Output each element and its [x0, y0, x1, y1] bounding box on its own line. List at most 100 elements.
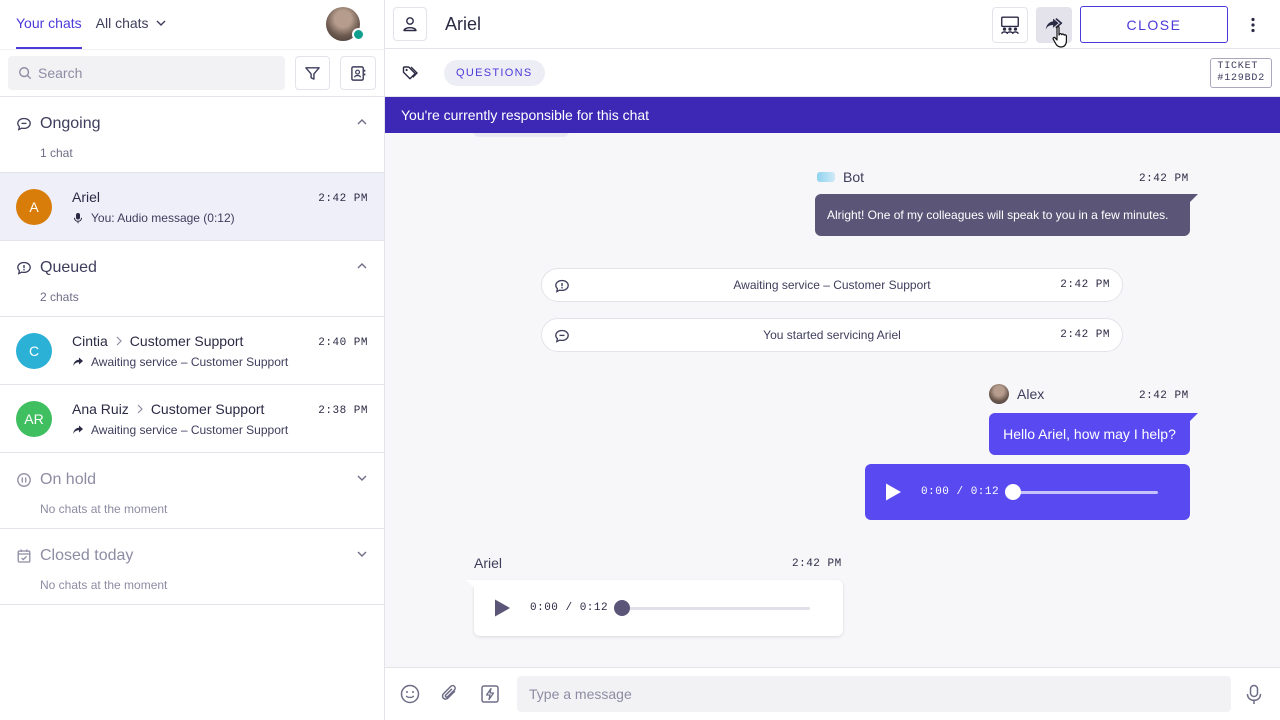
avatar: A — [16, 188, 52, 225]
sender-name: Alex — [1017, 386, 1045, 402]
chat-preview: Awaiting service – Customer Support — [91, 354, 289, 369]
chat-name: Cintia — [72, 332, 108, 349]
contact-card-icon — [350, 65, 366, 81]
audio-scrubber[interactable] — [614, 599, 631, 616]
filter-icon — [305, 66, 320, 80]
play-icon[interactable] — [883, 482, 903, 502]
calendar-check-icon — [17, 549, 31, 563]
chat-team: Customer Support — [129, 332, 244, 349]
paperclip-icon[interactable] — [439, 683, 461, 705]
ticket-badge[interactable]: TICKET #129BD2 — [1210, 58, 1272, 88]
sidebar-tabs: Your chats All chats — [0, 0, 384, 49]
section-queued[interactable]: Queued 2 chats — [0, 241, 384, 317]
chat-time: 2:40 PM — [318, 337, 368, 349]
chevron-down-icon — [156, 20, 166, 26]
agent-message-bubble: Hello Ariel, how may I help? — [989, 413, 1198, 455]
message-sender: Bot — [817, 169, 864, 185]
avatar: AR — [16, 400, 52, 437]
section-count: 1 chat — [40, 146, 73, 160]
chevron-down-icon[interactable] — [356, 548, 368, 560]
section-ongoing[interactable]: Ongoing 1 chat — [0, 97, 384, 173]
audio-progress-track[interactable] — [1005, 483, 1159, 500]
chat-preview: You: Audio message (0:12) — [91, 210, 235, 225]
more-options-button[interactable] — [1245, 15, 1261, 35]
pointer-cursor-icon — [1052, 26, 1067, 48]
chevron-right-icon — [137, 404, 143, 413]
bot-message-bubble: Alright! One of my colleagues will speak… — [815, 194, 1198, 236]
avatar: C — [16, 332, 52, 369]
search-input[interactable]: Search — [8, 56, 285, 90]
section-closed-today[interactable]: Closed today No chats at the moment — [0, 529, 384, 605]
tag-chip[interactable]: QUESTIONS — [444, 59, 545, 86]
ticket-id: #129BD2 — [1217, 73, 1265, 84]
contact-info-button[interactable] — [393, 7, 427, 41]
message-input[interactable]: Type a message — [517, 676, 1231, 712]
section-on-hold[interactable]: On hold No chats at the moment — [0, 453, 384, 529]
section-count: 2 chats — [40, 290, 79, 304]
online-status-indicator — [352, 28, 365, 41]
chat-bubble-icon — [17, 117, 31, 131]
chat-bubble-icon — [555, 329, 569, 343]
chevron-up-icon[interactable] — [356, 116, 368, 128]
contacts-button[interactable] — [340, 56, 376, 90]
chat-name: Ariel — [72, 188, 101, 205]
search-row: Search — [0, 49, 384, 97]
search-icon — [19, 67, 32, 80]
forward-icon — [73, 425, 83, 434]
pause-icon — [17, 473, 31, 487]
message-sender: Ariel — [474, 555, 502, 571]
chevron-down-icon[interactable] — [356, 472, 368, 484]
chat-name: Ana Ruiz — [72, 400, 129, 417]
message-time: 2:42 PM — [1139, 390, 1189, 402]
tags-icon[interactable] — [401, 64, 419, 82]
group-button[interactable] — [992, 7, 1028, 43]
tag-bar: QUESTIONS TICKET #129BD2 — [385, 49, 1280, 97]
section-title: Closed today — [40, 547, 134, 564]
filter-button[interactable] — [294, 56, 331, 90]
customer-audio-player: 0:00 / 0:12 — [466, 580, 843, 636]
system-event-time: 2:42 PM — [1060, 279, 1110, 291]
audio-progress-track[interactable] — [614, 599, 811, 616]
quick-reply-icon[interactable] — [479, 683, 501, 705]
microphone-icon — [74, 212, 82, 223]
chat-list-item[interactable]: A Ariel You: Audio message (0:12) 2:42 P… — [0, 173, 384, 241]
chat-list-item[interactable]: C Cintia Customer Support Awaiting servi… — [0, 317, 384, 385]
audio-time: 0:00 / 0:12 — [921, 486, 1000, 498]
emoji-icon[interactable] — [399, 683, 421, 705]
chat-time: 2:38 PM — [318, 405, 368, 417]
chat-sidebar: Your chats All chats Search Ongoing 1 ch… — [0, 0, 385, 720]
system-event: Awaiting service – Customer Support 2:42… — [541, 268, 1123, 302]
chat-header: Ariel CLOSE — [385, 0, 1280, 49]
search-placeholder: Search — [38, 65, 83, 81]
section-title: Ongoing — [40, 115, 101, 132]
group-icon — [1001, 16, 1019, 34]
microphone-icon[interactable] — [1244, 684, 1264, 706]
tab-label: Your chats — [16, 15, 82, 31]
chat-alert-icon — [555, 279, 569, 293]
audio-time: 0:00 / 0:12 — [530, 602, 609, 614]
chevron-up-icon[interactable] — [356, 260, 368, 272]
chat-title: Ariel — [445, 13, 482, 34]
chat-preview: Awaiting service – Customer Support — [91, 422, 289, 437]
chevron-right-icon — [116, 336, 122, 345]
chat-alert-icon — [17, 261, 31, 275]
responsibility-banner: You're currently responsible for this ch… — [385, 97, 1280, 133]
chat-list-item[interactable]: AR Ana Ruiz Customer Support Awaiting se… — [0, 385, 384, 453]
agent-audio-player: 0:00 / 0:12 — [865, 464, 1190, 520]
chat-team: Customer Support — [150, 400, 265, 417]
message-time: 2:42 PM — [792, 558, 842, 570]
section-title: On hold — [40, 471, 97, 488]
bot-icon — [817, 172, 835, 182]
section-count: No chats at the moment — [40, 502, 168, 516]
forward-icon — [73, 357, 83, 366]
ticket-label: TICKET — [1217, 61, 1259, 72]
tab-all-chats[interactable]: All chats — [96, 15, 167, 49]
audio-scrubber[interactable] — [1005, 483, 1022, 500]
tab-your-chats[interactable]: Your chats — [16, 15, 82, 49]
close-chat-button[interactable]: CLOSE — [1080, 6, 1228, 43]
person-icon — [403, 17, 417, 32]
play-icon[interactable] — [492, 598, 512, 618]
message-sender: Alex — [989, 384, 1044, 404]
section-count: No chats at the moment — [40, 578, 168, 592]
system-event-text: You started servicing Ariel — [763, 328, 901, 342]
